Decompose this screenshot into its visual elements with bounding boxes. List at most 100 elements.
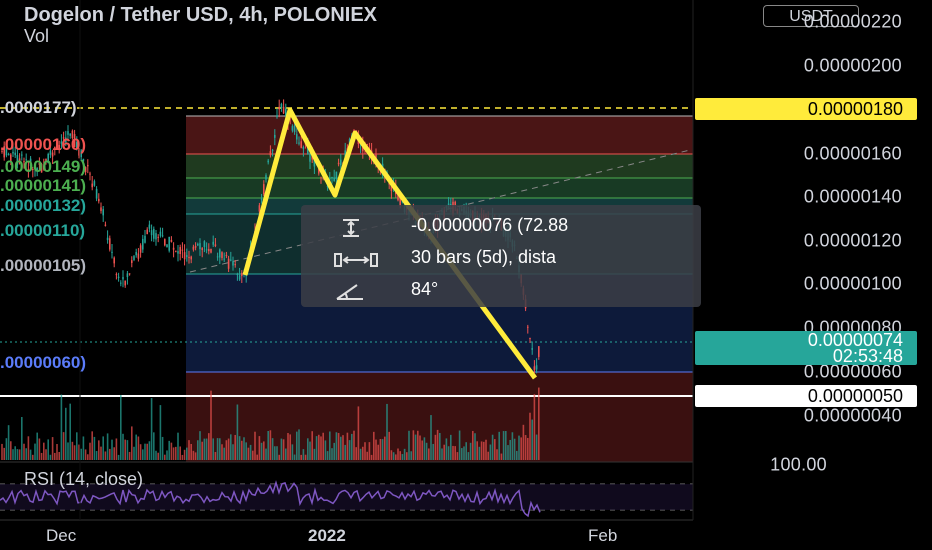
volume-bar (12, 449, 14, 460)
candle-body (91, 183, 93, 188)
volume-bar (421, 440, 423, 460)
volume-bar (205, 438, 208, 460)
fib-zone-red (186, 116, 693, 154)
volume-bar (258, 436, 261, 460)
candle-body (538, 346, 540, 357)
volume-bar (309, 441, 311, 460)
volume-bar (201, 441, 203, 460)
volume-bar (58, 451, 60, 460)
volume-bar (379, 439, 382, 460)
volume-bar (241, 440, 243, 460)
volume-bar (190, 443, 192, 460)
candle-body (113, 257, 115, 264)
volume-bar (170, 442, 173, 460)
candle-body (210, 248, 212, 253)
candle-body (148, 224, 151, 229)
candle-body (214, 244, 217, 247)
volume-bar (480, 441, 483, 460)
volume-bar (122, 433, 124, 460)
volume-bar (25, 448, 27, 460)
volume-bar (351, 433, 353, 460)
volume-bar (447, 446, 450, 460)
volume-bar (126, 440, 129, 460)
volume-bar (23, 443, 25, 460)
candle-body (133, 256, 135, 260)
target-price-tag: 0.00000180 (695, 98, 917, 120)
candle-body (335, 171, 338, 179)
volume-bar (168, 440, 170, 460)
volume-bar (40, 452, 43, 460)
volume-bar (533, 394, 536, 460)
candle-body (166, 244, 168, 248)
volume-bar (234, 434, 236, 460)
candle-body (126, 273, 129, 278)
volume-bar (89, 442, 91, 460)
volume-bar (38, 438, 41, 460)
candle-body (159, 231, 162, 236)
candle-body (172, 247, 175, 250)
volume-bar (505, 431, 507, 460)
candle-body (201, 248, 203, 250)
volume-bar (434, 434, 437, 460)
volume-bar (219, 438, 221, 460)
volume-bar (428, 448, 430, 460)
volume-bar (84, 449, 87, 460)
candle-body (203, 241, 206, 248)
volume-bar (109, 448, 111, 460)
volume-bar (450, 434, 452, 460)
candle-body (236, 273, 239, 275)
volume-bar (150, 398, 153, 460)
fib-label-177: .0000177) (0, 98, 77, 117)
volume-bar (199, 431, 201, 460)
candle-body (234, 264, 236, 266)
volume-bar (529, 412, 531, 460)
volume-bar (10, 441, 12, 460)
volume-bar (115, 438, 118, 460)
candle-body (271, 149, 274, 151)
volume-bar (441, 448, 443, 460)
volume-bar (21, 417, 23, 460)
volume-bar (337, 432, 340, 460)
volume-bar (524, 435, 527, 460)
candle-body (232, 261, 234, 266)
volume-bar (439, 432, 441, 460)
volume-bar (432, 443, 434, 460)
volume-bar (474, 433, 476, 460)
volume-bar (249, 444, 252, 460)
volume-bar (223, 447, 225, 460)
volume-bar (62, 432, 65, 460)
volume-bar (263, 441, 265, 460)
candle-body (186, 255, 188, 258)
time-axis-label: 2022 (308, 526, 346, 545)
volume-bar (5, 438, 8, 460)
candle-body (124, 280, 126, 286)
candle-body (164, 239, 166, 246)
candle-body (225, 255, 228, 257)
candle-body (190, 256, 192, 260)
volume-bar (520, 437, 522, 460)
candle-body (175, 250, 177, 252)
candle-body (331, 176, 333, 179)
candle-body (87, 164, 89, 167)
volume-bar (65, 407, 67, 460)
volume-bar (478, 446, 481, 460)
volume-bar (355, 447, 357, 460)
volume-bar (388, 431, 390, 460)
volume-bar (456, 452, 459, 460)
volume-bar (188, 440, 190, 460)
volume-bar (177, 432, 179, 460)
volume-bar (124, 439, 126, 460)
volume-bar (498, 431, 500, 460)
volume-bar (197, 440, 199, 460)
volume-bar (225, 440, 228, 460)
candle-body (282, 106, 285, 114)
volume-bar (509, 439, 511, 460)
fib-zone-green-1 (186, 154, 693, 178)
volume-bar (300, 454, 302, 460)
candle-body (278, 106, 280, 110)
volume-bar (27, 436, 30, 460)
volume-bar (278, 454, 280, 460)
candle-body (337, 162, 340, 165)
candle-body (155, 233, 157, 240)
volume-bar (221, 444, 223, 460)
